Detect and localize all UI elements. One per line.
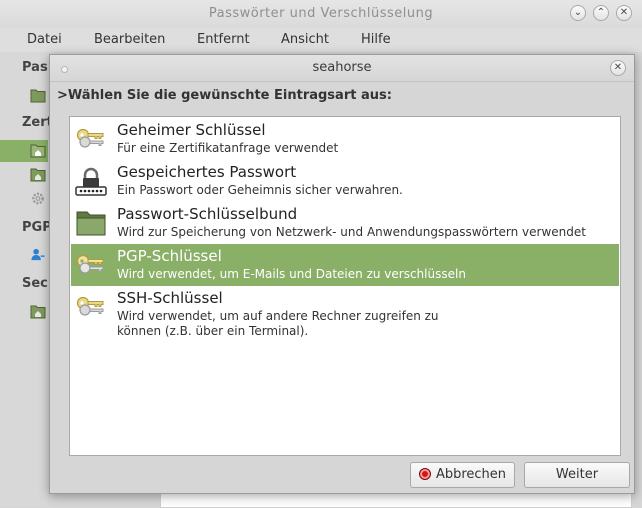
- list-item-stored-password[interactable]: Gespeichertes Passwort Ein Passwort oder…: [71, 160, 619, 202]
- main-window-titlebar: Passwörter und Verschlüsselung ⌄ ⌃ ✕: [0, 0, 642, 29]
- item-description: Wird verwendet, um auf andere Rechner zu…: [117, 309, 439, 338]
- item-description: Wird verwendet, um E-Mails und Dateien z…: [117, 267, 466, 281]
- close-icon: ✕: [619, 7, 629, 18]
- home-folder-icon: [30, 144, 46, 158]
- window-maximize-button[interactable]: ⌃: [593, 5, 609, 21]
- item-title: Passwort-Schlüsselbund: [117, 205, 298, 223]
- chevron-up-icon: ⌃: [596, 7, 606, 18]
- item-title: Gespeichertes Passwort: [117, 163, 297, 181]
- item-description: Wird zur Speicherung von Netzwerk- und A…: [117, 225, 586, 239]
- next-button-label: Weiter: [555, 467, 599, 482]
- sidebar-item[interactable]: [0, 164, 48, 186]
- gear-icon: [32, 192, 44, 205]
- sidebar-heading-pgp: PGP: [22, 220, 52, 235]
- next-button[interactable]: Weiter: [524, 462, 630, 488]
- home-folder-icon: [30, 168, 46, 182]
- sidebar-heading-secure-shell: Sec: [22, 276, 48, 291]
- item-title: PGP-Schlüssel: [117, 247, 222, 265]
- list-item-secret-key[interactable]: Geheimer Schlüssel Für eine Zertifikatan…: [71, 118, 619, 160]
- item-description: Für eine Zertifikatanfrage verwendet: [117, 141, 339, 155]
- cancel-button[interactable]: Abbrechen: [410, 462, 515, 488]
- keys-icon: [76, 296, 104, 316]
- cancel-icon: [418, 468, 431, 480]
- window-close-button[interactable]: ✕: [616, 5, 632, 21]
- keys-icon: [76, 254, 104, 274]
- list-item-ssh-key[interactable]: SSH-Schlüssel Wird verwendet, um auf and…: [71, 286, 619, 342]
- item-type-list: Geheimer Schlüssel Für eine Zertifikatan…: [69, 116, 621, 456]
- menu-hilfe[interactable]: Hilfe: [361, 32, 391, 47]
- list-item-keyring[interactable]: Passwort-Schlüsselbund Wird zur Speicher…: [71, 202, 619, 244]
- window-menu-button[interactable]: ⌄: [570, 5, 586, 21]
- user-key-icon: [31, 248, 45, 261]
- menubar: Datei Bearbeiten Entfernt Ansicht Hilfe: [0, 28, 642, 52]
- close-icon: ✕: [613, 62, 623, 73]
- dialog-titlebar: seahorse ✕: [50, 55, 634, 82]
- keys-icon: [76, 128, 104, 148]
- sidebar-item-selected[interactable]: [0, 140, 48, 162]
- main-window-title: Passwörter und Verschlüsselung: [208, 6, 434, 21]
- folder-icon: [76, 211, 106, 236]
- menu-datei[interactable]: Datei: [27, 32, 62, 47]
- item-title: SSH-Schlüssel: [117, 289, 223, 307]
- dialog-title: seahorse: [312, 60, 372, 75]
- home-folder-icon: [30, 305, 46, 319]
- cancel-button-label: Abbrechen: [435, 467, 507, 482]
- menu-bearbeiten[interactable]: Bearbeiten: [94, 32, 165, 47]
- menu-ansicht[interactable]: Ansicht: [281, 32, 329, 47]
- folder-icon: [30, 89, 46, 103]
- padlock-password-icon: [75, 167, 107, 196]
- new-item-dialog: seahorse ✕ >Wählen Sie die gewünschte Ei…: [49, 54, 635, 494]
- menu-entfernt[interactable]: Entfernt: [197, 32, 250, 47]
- dialog-prompt: >Wählen Sie die gewünschte Eintragsart a…: [57, 88, 392, 103]
- dialog-close-button[interactable]: ✕: [610, 60, 626, 76]
- main-sidebar: Pas Zerti PGP Sec: [0, 52, 57, 506]
- sidebar-item[interactable]: [0, 188, 48, 210]
- item-title: Geheimer Schlüssel: [117, 121, 266, 139]
- chevron-down-icon: ⌄: [573, 7, 583, 18]
- sidebar-heading-passwords: Pas: [22, 60, 48, 75]
- sidebar-item[interactable]: [0, 301, 48, 323]
- item-description: Ein Passwort oder Geheimnis sicher verwa…: [117, 183, 403, 197]
- sidebar-item[interactable]: [0, 85, 48, 107]
- list-item-pgp-key[interactable]: PGP-Schlüssel Wird verwendet, um E-Mails…: [71, 244, 619, 286]
- sidebar-item[interactable]: [0, 244, 48, 266]
